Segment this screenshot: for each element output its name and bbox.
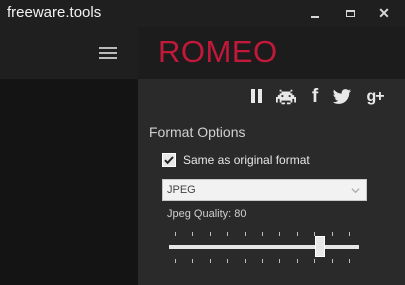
minimize-button[interactable] bbox=[307, 5, 323, 21]
slider-ticks-bottom bbox=[175, 259, 350, 265]
app-title: freeware.tools bbox=[7, 4, 102, 21]
pause-icon[interactable] bbox=[248, 87, 268, 107]
format-select[interactable]: JPEG bbox=[162, 179, 367, 201]
jpeg-quality-label: Jpeg Quality: 80 bbox=[167, 208, 247, 220]
slider-track[interactable] bbox=[169, 245, 359, 249]
maximize-button[interactable] bbox=[342, 5, 358, 21]
chevron-down-icon bbox=[351, 188, 360, 194]
close-button[interactable]: ✕ bbox=[376, 5, 392, 21]
space-invader-icon[interactable] bbox=[276, 87, 296, 107]
twitter-icon[interactable] bbox=[332, 87, 352, 107]
main-panel: ROMEO f g+ Format Options Same as origin… bbox=[138, 27, 405, 285]
google-plus-icon[interactable]: g+ bbox=[363, 87, 387, 107]
header: ROMEO bbox=[138, 27, 405, 79]
toolbar-icons: f g+ bbox=[248, 87, 398, 107]
close-icon: ✕ bbox=[378, 5, 390, 21]
title-bar: freeware.tools ✕ bbox=[0, 0, 405, 27]
slider-thumb[interactable] bbox=[315, 236, 325, 257]
checkmark-icon bbox=[164, 156, 174, 165]
same-as-original-label[interactable]: Same as original format bbox=[183, 153, 310, 167]
format-select-value: JPEG bbox=[167, 184, 196, 196]
jpeg-quality-slider[interactable] bbox=[169, 232, 359, 266]
same-as-original-checkbox[interactable] bbox=[162, 153, 176, 167]
sidebar-header bbox=[0, 27, 138, 79]
sidebar bbox=[0, 27, 138, 285]
facebook-icon[interactable]: f bbox=[305, 87, 325, 107]
maximize-icon bbox=[346, 10, 355, 17]
minimize-icon bbox=[311, 16, 319, 18]
format-options-title: Format Options bbox=[149, 124, 246, 140]
brand-logo: ROMEO bbox=[158, 34, 278, 69]
hamburger-menu-icon[interactable] bbox=[99, 47, 117, 60]
